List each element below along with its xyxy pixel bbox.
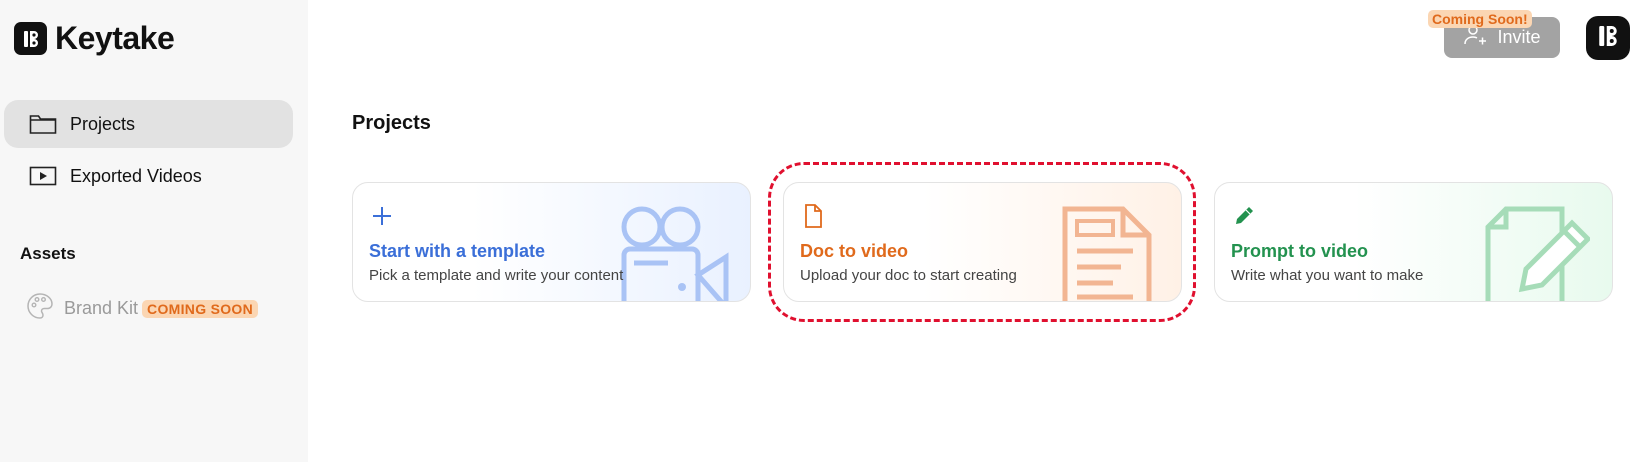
avatar[interactable] xyxy=(1586,16,1630,60)
start-with-template-card[interactable]: Start with a template Pick a template an… xyxy=(352,182,751,302)
plus-icon xyxy=(369,203,395,229)
brand-kit-label: Brand Kit xyxy=(64,298,139,318)
sidebar: Keytake Projects Exported Videos Assets … xyxy=(0,0,308,462)
folder-icon xyxy=(28,112,58,136)
keytake-logo-icon xyxy=(1593,21,1623,56)
invite-label: Invite xyxy=(1497,27,1541,47)
assets-section-label: Assets xyxy=(20,244,76,263)
doc-to-video-card[interactable]: Doc to video Upload your doc to start cr… xyxy=(783,182,1182,302)
sidebar-item-brand-kit[interactable]: Brand Kit COMING SOON xyxy=(26,292,259,325)
page-title: Projects xyxy=(352,112,431,134)
card-title: Doc to video xyxy=(800,241,909,261)
card-title: Start with a template xyxy=(369,241,546,261)
coming-soon-tag: Coming Soon! xyxy=(1428,10,1532,28)
card-description: Upload your doc to start creating xyxy=(800,267,1017,284)
prompt-to-video-card[interactable]: Prompt to video Write what you want to m… xyxy=(1214,182,1613,302)
sidebar-item-label: Projects xyxy=(70,113,136,134)
document-icon xyxy=(800,203,826,229)
app-name: Keytake xyxy=(55,20,175,56)
card-description: Write what you want to make xyxy=(1231,267,1424,284)
sidebar-item-exported-videos[interactable]: Exported Videos xyxy=(4,152,293,200)
sidebar-item-label: Exported Videos xyxy=(70,165,202,186)
card-description: Pick a template and write your content xyxy=(369,267,624,284)
document-lines-icon xyxy=(1061,205,1153,301)
document-pencil-icon xyxy=(1484,205,1592,301)
add-user-icon xyxy=(1463,24,1487,51)
keytake-logo-icon xyxy=(14,22,47,55)
pencil-icon xyxy=(1231,203,1257,229)
palette-icon xyxy=(26,292,54,325)
app-logo[interactable]: Keytake xyxy=(14,20,175,57)
video-camera-icon xyxy=(618,205,730,301)
card-title: Prompt to video xyxy=(1231,241,1369,261)
sidebar-item-projects[interactable]: Projects xyxy=(4,100,293,148)
coming-soon-badge: COMING SOON xyxy=(142,299,259,318)
video-player-icon xyxy=(28,164,58,188)
